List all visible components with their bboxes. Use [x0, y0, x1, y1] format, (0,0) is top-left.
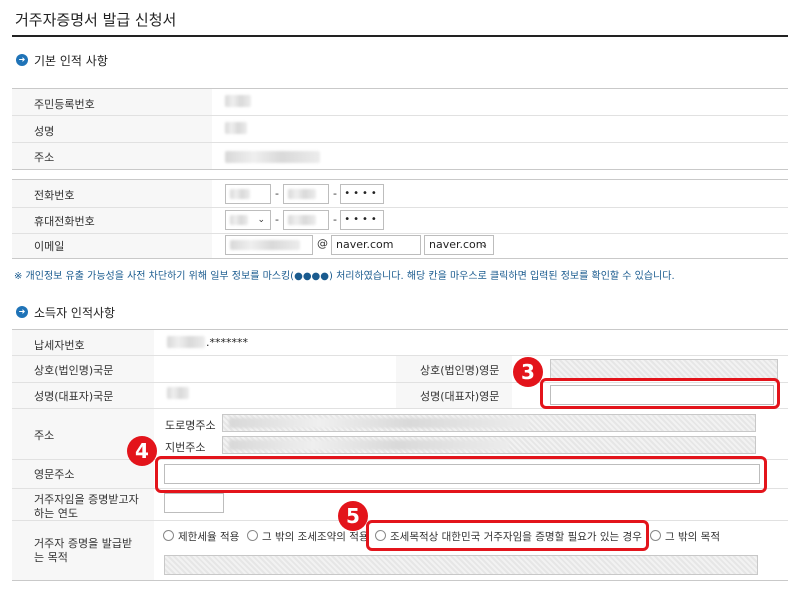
- residence-year-input[interactable]: [164, 493, 224, 513]
- address-masked-value[interactable]: [225, 151, 320, 163]
- section-bullet-icon: ➜: [16, 306, 28, 318]
- email-label: 이메일: [34, 240, 65, 253]
- email-at: @: [317, 237, 328, 250]
- name-masked-value[interactable]: [225, 122, 247, 134]
- rep-en-label: 성명(대표자)영문: [420, 390, 500, 403]
- radio-icon: [247, 530, 258, 541]
- phone-middle-input[interactable]: [283, 184, 329, 204]
- annotation-badge-5: 5: [338, 501, 368, 531]
- highlight-box-3: [540, 378, 780, 409]
- section-title-basic: 기본 인적 사항: [34, 54, 108, 68]
- lot-address-input[interactable]: [222, 436, 756, 454]
- mobile-dash: -: [275, 213, 279, 226]
- name-label: 성명: [34, 125, 55, 138]
- title-divider: [12, 35, 788, 37]
- highlight-box-4: [155, 456, 767, 493]
- phone-area-input[interactable]: [225, 184, 271, 204]
- table-bottom-border: [12, 580, 788, 581]
- row-divider: [12, 115, 788, 116]
- purpose-label: 거주자 증명을 발급받는 목적: [34, 537, 133, 564]
- radio-icon: [650, 530, 661, 541]
- row-divider: [12, 142, 788, 143]
- taxpayer-no-label: 납세자번호: [34, 339, 85, 352]
- purpose-option-4[interactable]: 그 밖의 목적: [650, 529, 720, 544]
- purpose-option-2[interactable]: 그 밖의 조세조약의 적용: [247, 529, 369, 544]
- purpose-option-label: 제한세율 적용: [178, 531, 240, 543]
- annotation-badge-3: 3: [513, 357, 543, 387]
- company-en-label: 상호(법인명)영문: [420, 364, 500, 377]
- email-domain-select[interactable]: naver.com ⌄: [424, 235, 494, 255]
- mobile-dash: -: [333, 213, 337, 226]
- road-address-input[interactable]: [222, 414, 756, 432]
- taxpayer-no-masked[interactable]: .*******: [206, 336, 248, 349]
- purpose-option-label: 그 밖의 조세조약의 적용: [262, 531, 369, 543]
- masking-notice: ※ 개인정보 유출 가능성을 사전 차단하기 위해 일부 정보를 마스킹(●●●…: [14, 271, 675, 282]
- road-address-label: 도로명주소: [165, 419, 216, 432]
- company-kr-label: 상호(법인명)국문: [34, 364, 114, 377]
- row-divider: [12, 355, 788, 356]
- phone-last-input[interactable]: ••••: [340, 184, 384, 204]
- purpose-other-input[interactable]: [164, 555, 758, 575]
- phone-label: 전화번호: [34, 189, 75, 202]
- mobile-prefix-select[interactable]: ⌄: [225, 210, 271, 230]
- highlight-box-5: [366, 520, 649, 551]
- page-title: 거주자증명서 발급 신청서: [15, 11, 177, 29]
- phone-dash: -: [275, 187, 279, 200]
- radio-icon: [163, 530, 174, 541]
- address-label: 주소: [34, 151, 55, 164]
- row-divider: [12, 207, 788, 208]
- rep-kr-label: 성명(대표자)국문: [34, 390, 114, 403]
- annotation-badge-4: 4: [127, 436, 157, 466]
- residence-year-label: 거주자임을 증명받고자 하는 연도: [34, 493, 139, 520]
- lot-address-label: 지번주소: [165, 441, 206, 454]
- section-bullet-icon: ➜: [16, 54, 28, 66]
- purpose-option-label: 그 밖의 목적: [665, 531, 720, 543]
- email-domain-input[interactable]: naver.com: [331, 235, 421, 255]
- row-divider: [12, 233, 788, 234]
- row-divider: [12, 169, 788, 170]
- mobile-label: 휴대전화번호: [34, 215, 95, 228]
- address-label-2: 주소: [34, 429, 55, 442]
- company-en-input[interactable]: [550, 359, 778, 379]
- rrn-label: 주민등록번호: [34, 98, 95, 111]
- en-address-label: 영문주소: [34, 468, 75, 481]
- phone-dash: -: [333, 187, 337, 200]
- chevron-down-icon: ⌄: [480, 240, 488, 250]
- table-bottom-border: [12, 258, 788, 259]
- taxpayer-no-masked-prefix[interactable]: [167, 336, 205, 348]
- section-title-income: 소득자 인적사항: [34, 306, 116, 320]
- purpose-option-1[interactable]: 제한세율 적용: [163, 529, 239, 544]
- rrn-masked-value[interactable]: [225, 95, 251, 107]
- mobile-middle-input[interactable]: [283, 210, 329, 230]
- chevron-down-icon: ⌄: [257, 215, 265, 225]
- rep-kr-masked-value[interactable]: [167, 387, 189, 399]
- email-id-input[interactable]: [225, 235, 313, 255]
- email-domain-select-value: naver.com: [429, 238, 487, 251]
- mobile-last-input[interactable]: ••••: [340, 210, 384, 230]
